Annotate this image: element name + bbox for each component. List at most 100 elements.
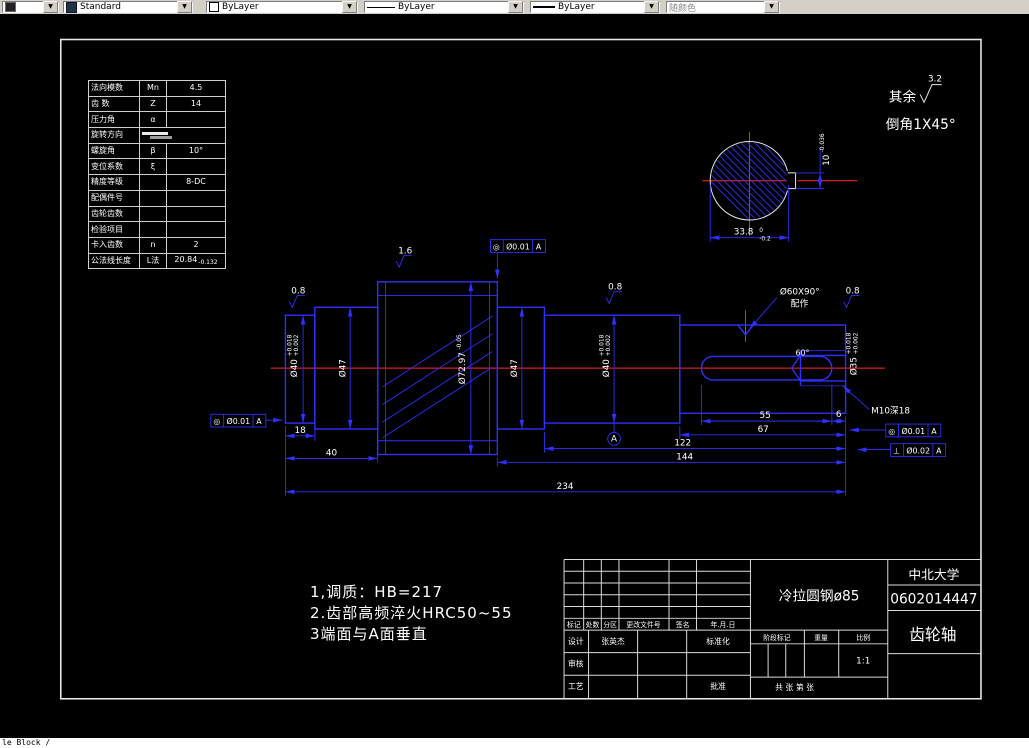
param-symbol bbox=[139, 189, 167, 207]
dim-234: 234 bbox=[557, 482, 574, 492]
gear-parameter-table: 法向模数 Mn 4.5 齿 数 Z 14 压力角 α 旋转方向 螺旋角 β 10° 变位系数 ξ… bbox=[88, 80, 226, 270]
drawing-canvas[interactable]: 其余 3.2 倒角1X45° 10 -0.036 33.8 0 -0.2 18 … bbox=[0, 14, 1029, 738]
text-style-value: Standard bbox=[80, 2, 121, 12]
param-symbol bbox=[139, 205, 167, 223]
chamfer-note: 倒角1X45° bbox=[886, 117, 956, 133]
lineweight-value: ByLayer bbox=[558, 2, 595, 12]
svg-text:Ø47: Ø47 bbox=[337, 359, 348, 377]
svg-text:+0.002: +0.002 bbox=[294, 334, 300, 356]
countersink-callout-1: Ø60X90° bbox=[780, 287, 820, 298]
linetype-combo[interactable]: ByLayer ▼ bbox=[364, 1, 524, 13]
role-design: 设计 bbox=[568, 636, 584, 646]
drawing-number: 0602014447 bbox=[890, 592, 977, 608]
lineweight-icon bbox=[533, 6, 555, 8]
rev-header-zone: 分区 bbox=[603, 620, 617, 629]
svg-text:Ø47: Ø47 bbox=[509, 359, 520, 377]
color-swatch-icon bbox=[209, 2, 219, 12]
color-value: ByLayer bbox=[222, 2, 259, 12]
svg-text:◎: ◎ bbox=[888, 427, 895, 436]
param-value: 4.5 bbox=[166, 80, 226, 97]
command-line[interactable]: le Block / bbox=[0, 738, 1029, 748]
dim-144: 144 bbox=[676, 452, 693, 462]
shaft-centerline bbox=[270, 310, 885, 369]
param-label: 公法线长度 bbox=[88, 252, 140, 270]
roughness-icon-gear bbox=[395, 254, 412, 269]
svg-text:⊥: ⊥ bbox=[893, 447, 900, 456]
helix-lines bbox=[382, 315, 493, 439]
text-style-combo[interactable]: Standard ▼ bbox=[63, 1, 193, 13]
command-text: le Block / bbox=[2, 738, 51, 747]
param-label: 齿 数 bbox=[88, 95, 140, 113]
qiyu-roughness-value: 3.2 bbox=[928, 75, 942, 85]
dia-35-label: Ø35 +0.018 +0.002 bbox=[847, 332, 860, 375]
param-value bbox=[166, 205, 226, 223]
roughness-icon-mid bbox=[605, 291, 622, 305]
style-icon bbox=[66, 1, 77, 13]
general-surface-note: 其余 3.2 倒角1X45° bbox=[886, 75, 956, 133]
lineweight-combo[interactable]: ByLayer ▼ bbox=[530, 1, 660, 13]
param-symbol: α bbox=[139, 111, 167, 129]
toolbar: ▼ Standard ▼ ByLayer ▼ ByLayer ▼ ByLayer… bbox=[0, 0, 1029, 14]
dim-6: 6 bbox=[836, 410, 842, 420]
dia-47-right-label: Ø47 bbox=[509, 359, 520, 377]
svg-text:+0.002: +0.002 bbox=[853, 332, 859, 354]
svg-text:-0.05: -0.05 bbox=[457, 334, 463, 349]
part-name: 齿轮轴 bbox=[909, 625, 956, 644]
gdt-right-perp: ⊥ Ø0.02 A bbox=[857, 443, 947, 457]
cross-section-view: 10 -0.036 33.8 0 -0.2 bbox=[702, 131, 858, 243]
roughness-right: 0.8 bbox=[846, 287, 860, 297]
scale-label: 比例 bbox=[856, 633, 870, 642]
color-combo-arrow-icon[interactable]: ▼ bbox=[342, 1, 357, 13]
svg-text:Ø35: Ø35 bbox=[848, 357, 859, 375]
color-combo[interactable]: ByLayer ▼ bbox=[206, 1, 358, 13]
layer-combo-arrow-icon[interactable]: ▼ bbox=[43, 1, 58, 13]
dim-40: 40 bbox=[326, 448, 338, 458]
roughness-icon-right bbox=[843, 295, 860, 309]
gdt-right-coax: ◎ Ø0.01 A bbox=[849, 423, 942, 438]
section-width-tol-u: 0 bbox=[759, 228, 763, 234]
weight-label: 重量 bbox=[814, 634, 828, 642]
linetype-combo-arrow-icon[interactable]: ▼ bbox=[508, 1, 523, 13]
param-value bbox=[166, 158, 226, 176]
role-check: 审核 bbox=[568, 658, 584, 668]
svg-text:Ø72.97: Ø72.97 bbox=[457, 352, 468, 384]
plotstyle-combo: 随颜色 ▼ bbox=[666, 1, 780, 14]
roughness-symbol-icon bbox=[919, 84, 942, 104]
rev-header-mark: 标记 bbox=[567, 620, 581, 629]
section-width-tol-l: -0.2 bbox=[759, 237, 771, 243]
role-standardize: 标准化 bbox=[706, 636, 730, 646]
dia-40-right-label: Ø40 +0.018 +0.002 bbox=[599, 334, 612, 377]
datum-a-flag: A bbox=[607, 423, 621, 446]
param-value: 20.84-0.132 bbox=[166, 252, 226, 270]
dia-40-left-label: Ø40 +0.018 +0.002 bbox=[287, 334, 300, 377]
svg-text:+0.018: +0.018 bbox=[847, 332, 853, 354]
param-label: 法向模数 bbox=[88, 80, 140, 97]
gdt-left: ◎ Ø0.01 A bbox=[210, 413, 283, 428]
keyway-width-label: 10 -0.036 bbox=[820, 133, 832, 166]
qiyu-label: 其余 bbox=[889, 88, 917, 105]
param-symbol: β bbox=[139, 142, 167, 160]
layer-combo[interactable]: ▼ bbox=[2, 1, 59, 13]
rev-header-sig: 签名 bbox=[676, 620, 690, 629]
school-name: 中北大学 bbox=[908, 567, 959, 583]
rev-header-count: 处数 bbox=[586, 620, 600, 629]
dia-47-left-label: Ø47 bbox=[337, 359, 348, 377]
technical-notes: 1,调质：HB=217 2.齿部高频淬火HRC50~55 3端面与A面垂直 bbox=[310, 582, 512, 645]
sheet-count: 共 张 第 张 bbox=[775, 682, 814, 692]
svg-text:◎: ◎ bbox=[213, 417, 220, 426]
title-block: 中北大学 0602014447 齿轮轴 冷拉圆钢ø85 标记 处数 分区 更改文… bbox=[563, 558, 981, 699]
param-value: 10° bbox=[166, 142, 226, 160]
lineweight-combo-arrow-icon[interactable]: ▼ bbox=[644, 1, 659, 13]
param-label: 齿轮齿数 bbox=[88, 205, 140, 223]
role-approve: 批准 bbox=[710, 681, 726, 691]
svg-text:+0.018: +0.018 bbox=[287, 334, 293, 356]
param-value bbox=[166, 189, 226, 207]
countersink-callout-2: 配作 bbox=[791, 297, 809, 309]
param-value bbox=[166, 111, 226, 129]
style-combo-arrow-icon[interactable]: ▼ bbox=[177, 1, 192, 13]
param-symbol: L法 bbox=[139, 252, 167, 270]
param-symbol bbox=[139, 221, 167, 238]
svg-text:Ø0.01: Ø0.01 bbox=[901, 426, 925, 436]
param-label: 卡入齿数 bbox=[88, 236, 140, 254]
thread-callout: M10深18 bbox=[871, 405, 910, 416]
